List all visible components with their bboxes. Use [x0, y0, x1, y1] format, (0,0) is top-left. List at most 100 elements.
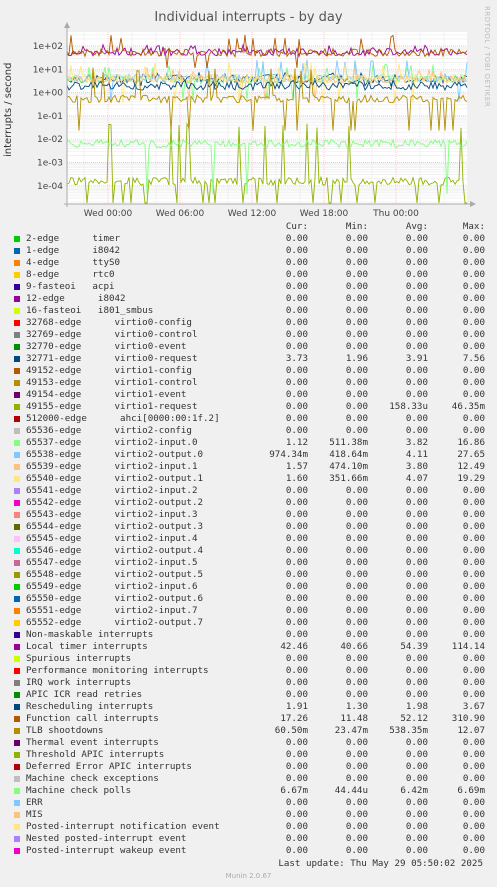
legend-value-avg: 0.00 — [405, 305, 428, 316]
legend-value-max: 0.00 — [462, 845, 485, 856]
legend-value-max: 0.00 — [462, 821, 485, 832]
legend-series-name: Threshold APIC interrupts — [26, 749, 165, 760]
legend-row: 65545-edge virtio2-input.4 0.00 0.00 0.00 0.… — [12, 533, 492, 545]
legend-value-max: 0.00 — [462, 365, 485, 376]
legend-row: Machine check exceptions 0.00 0.00 0.00 0.00 — [12, 773, 492, 785]
legend-value-min: 0.00 — [345, 233, 368, 244]
legend-row: 49154-edge virtio1-event 0.00 0.00 0.00 0.00 — [12, 389, 492, 401]
legend-series-name: 65539-edge virtio2-input.1 — [26, 461, 198, 472]
legend-row: 1-edge i8042 0.00 0.00 0.00 0.00 — [12, 245, 492, 257]
legend-rows: 2-edge timer 0.00 0.00 0.00 0.00 1-edge i8042… — [12, 233, 492, 857]
legend-swatch — [14, 584, 20, 590]
legend-value-max: 0.00 — [462, 569, 485, 580]
legend-value-avg: 0.00 — [405, 269, 428, 280]
legend-value-max: 19.29 — [457, 473, 485, 484]
legend-row: Threshold APIC interrupts 0.00 0.00 0.00 0.0… — [12, 749, 492, 761]
legend-value-max: 0.00 — [462, 593, 485, 604]
legend-value-cur: 0.00 — [285, 401, 308, 412]
legend-series-name: 49155-edge virtio1-request — [26, 401, 198, 412]
legend-series-name: 32770-edge virtio0-event — [26, 341, 187, 352]
legend-row: 65542-edge virtio2-output.2 0.00 0.00 0.00 0… — [12, 497, 492, 509]
legend-series-name: 16-fasteoi i801_smbus — [26, 305, 154, 316]
legend-swatch — [14, 344, 20, 350]
legend-value-cur: 0.00 — [285, 377, 308, 388]
legend-value-cur: 0.00 — [285, 317, 308, 328]
legend-row: 12-edge i8042 0.00 0.00 0.00 0.00 — [12, 293, 492, 305]
legend-swatch — [14, 680, 20, 686]
legend-series-name: 65540-edge virtio2-output.1 — [26, 473, 204, 484]
legend-value-cur: 0.00 — [285, 845, 308, 856]
legend-row: 9-fasteoi acpi 0.00 0.00 0.00 0.00 — [12, 281, 492, 293]
legend-swatch — [14, 272, 20, 278]
legend-swatch — [14, 836, 20, 842]
legend-series-name: 1-edge i8042 — [26, 245, 121, 256]
legend-value-avg: 0.00 — [405, 389, 428, 400]
legend-value-max: 0.00 — [462, 509, 485, 520]
legend-series-name: 12-edge i8042 — [26, 293, 126, 304]
legend-swatch — [14, 728, 20, 734]
legend-value-avg: 0.00 — [405, 605, 428, 616]
x-tick-label: Wed 18:00 — [300, 209, 349, 219]
legend-value-avg: 0.00 — [405, 581, 428, 592]
legend-value-cur: 0.00 — [285, 509, 308, 520]
legend-row: 49155-edge virtio1-request 0.00 0.00 158.33… — [12, 401, 492, 413]
legend-value-avg: 158.33u — [389, 401, 428, 412]
legend-value-cur: 0.00 — [285, 749, 308, 760]
legend-row: TLB shootdowns 60.50m 23.47m 538.35m 12.07 — [12, 725, 492, 737]
legend-value-min: 0.00 — [345, 797, 368, 808]
legend: Cur: Min: Avg: Max: 2-edge timer 0.00 0.00… — [12, 221, 492, 857]
legend-value-cur: 0.00 — [285, 809, 308, 820]
legend-series-name: 65541-edge virtio2-input.2 — [26, 485, 198, 496]
legend-swatch — [14, 416, 20, 422]
legend-series-name: 65551-edge virtio2-input.7 — [26, 605, 198, 616]
legend-swatch — [14, 548, 20, 554]
legend-value-avg: 0.00 — [405, 629, 428, 640]
legend-value-min: 0.00 — [345, 329, 368, 340]
legend-swatch — [14, 776, 20, 782]
legend-value-min: 0.00 — [345, 653, 368, 664]
legend-value-min: 0.00 — [345, 689, 368, 700]
legend-series-name: ERR — [26, 797, 43, 808]
legend-value-max: 0.00 — [462, 773, 485, 784]
legend-value-max: 0.00 — [462, 245, 485, 256]
legend-value-min: 474.10m — [329, 461, 368, 472]
legend-value-min: 0.00 — [345, 269, 368, 280]
legend-value-avg: 6.42m — [400, 785, 428, 796]
legend-value-min: 0.00 — [345, 557, 368, 568]
legend-value-max: 3.67 — [462, 701, 485, 712]
legend-row: 65539-edge virtio2-input.1 1.57 474.10m 3.8… — [12, 461, 492, 473]
legend-row: Local timer interrupts 42.46 40.66 54.39 114… — [12, 641, 492, 653]
legend-swatch — [14, 320, 20, 326]
legend-value-max: 0.00 — [462, 413, 485, 424]
legend-series-name: Posted-interrupt wakeup event — [26, 845, 187, 856]
legend-series-name: Spurious interrupts — [26, 653, 132, 664]
y-tick-label: 1e-03 — [37, 159, 63, 169]
legend-row: Posted-interrupt wakeup event 0.00 0.00 0.0… — [12, 845, 492, 857]
legend-header: Cur: Min: Avg: Max: — [12, 221, 492, 233]
legend-value-avg: 0.00 — [405, 245, 428, 256]
legend-swatch — [14, 368, 20, 374]
legend-value-avg: 52.12 — [400, 713, 428, 724]
legend-series-name: 65546-edge virtio2-output.4 — [26, 545, 204, 556]
legend-row: 65541-edge virtio2-input.2 0.00 0.00 0.00 0.… — [12, 485, 492, 497]
legend-value-max: 0.00 — [462, 485, 485, 496]
legend-series-name: 32769-edge virtio0-control — [26, 329, 198, 340]
legend-value-max: 0.00 — [462, 377, 485, 388]
legend-value-min: 0.00 — [345, 257, 368, 268]
legend-value-min: 40.66 — [340, 641, 368, 652]
legend-row: 32769-edge virtio0-control 0.00 0.00 0.00 0.… — [12, 329, 492, 341]
legend-row: 32768-edge virtio0-config 0.00 0.00 0.00 0.0… — [12, 317, 492, 329]
legend-swatch — [14, 632, 20, 638]
legend-value-min: 0.00 — [345, 809, 368, 820]
legend-value-avg: 0.00 — [405, 365, 428, 376]
legend-value-avg: 0.00 — [405, 257, 428, 268]
legend-value-cur: 0.00 — [285, 773, 308, 784]
last-update: Last update: Thu May 29 05:50:02 2025 — [278, 858, 483, 869]
legend-value-max: 0.00 — [462, 809, 485, 820]
legend-series-name: 49153-edge virtio1-control — [26, 377, 198, 388]
legend-value-cur: 0.00 — [285, 245, 308, 256]
legend-swatch — [14, 476, 20, 482]
legend-value-min: 0.00 — [345, 761, 368, 772]
legend-series-name: 8-edge rtc0 — [26, 269, 115, 280]
plot-area: 1e+02 1e+01 1e+00 1e-01 1e-02 1e-03 1e-04 Wed … — [33, 22, 476, 219]
